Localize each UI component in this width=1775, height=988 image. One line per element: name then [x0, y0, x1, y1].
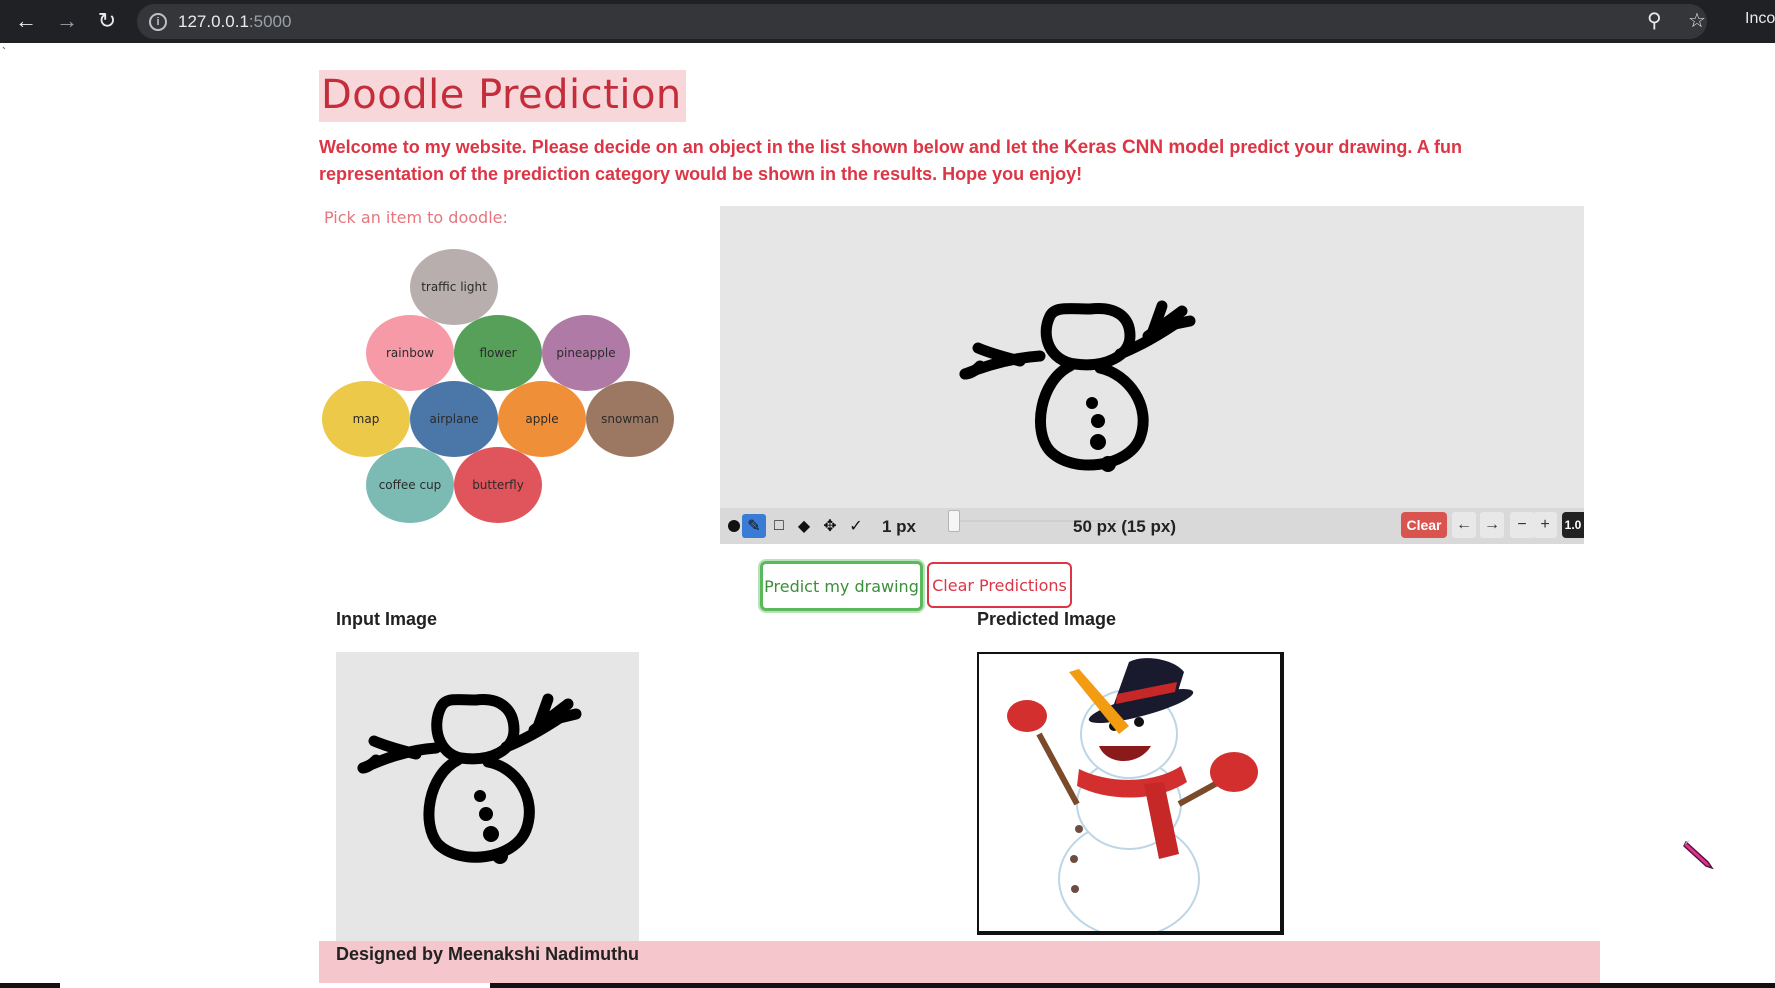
stroke-size-label: 1 px: [882, 517, 917, 536]
taskbar-strip: [0, 983, 1775, 988]
brush-slider-thumb[interactable]: [948, 510, 960, 532]
item-bubble-apple[interactable]: apple: [498, 381, 586, 457]
zoom-value-badge: 1.0: [1562, 512, 1584, 538]
item-bubble-pineapple[interactable]: pineapple: [542, 315, 630, 391]
drawing-canvas[interactable]: [720, 206, 1584, 508]
taskbar-segment: [60, 983, 490, 988]
item-bubble-snowman[interactable]: snowman: [586, 381, 674, 457]
address-bar[interactable]: i 127.0.0.1:5000: [137, 4, 1707, 39]
forward-arrow-icon[interactable]: →: [55, 9, 79, 33]
pick-item-label: Pick an item to doodle:: [324, 208, 508, 227]
browser-toolbar: ← → ↻ i 127.0.0.1:5000 ⚲ ☆ Incognito: [0, 0, 1775, 43]
clear-predictions-button[interactable]: Clear Predictions: [927, 562, 1072, 608]
undo-button[interactable]: ←: [1452, 512, 1476, 538]
zoom-out-button[interactable]: −: [1510, 512, 1534, 538]
page-footer: Designed by Meenakshi Nadimuthu: [319, 941, 1600, 988]
zoom-in-button[interactable]: +: [1533, 512, 1557, 538]
input-image: [336, 652, 639, 942]
item-bubble-traffic-light[interactable]: traffic light: [410, 249, 498, 325]
pencil-tool-icon[interactable]: ✎: [742, 514, 766, 538]
reload-icon[interactable]: ↻: [95, 9, 119, 33]
clear-canvas-button[interactable]: Clear: [1401, 512, 1447, 538]
predicted-image: [977, 652, 1284, 935]
zoom-icon[interactable]: ⚲: [1647, 8, 1662, 33]
eraser-tool-icon[interactable]: ◆: [792, 514, 816, 538]
url-text: 127.0.0.1:5000: [178, 12, 291, 32]
canvas-toolbar: ✎ □ ◆ ✥ ✓ 1 px 50 px (15 px) Clear ← → −…: [720, 508, 1584, 544]
intro-text: Welcome to my website. Please decide on …: [319, 134, 1519, 188]
site-info-icon[interactable]: i: [149, 13, 167, 31]
eyedropper-tool-icon[interactable]: ✓: [844, 514, 868, 538]
back-arrow-icon[interactable]: ←: [14, 9, 38, 33]
page-title: Doodle Prediction: [319, 70, 686, 122]
input-image-header: Input Image: [336, 609, 438, 629]
item-bubble-map[interactable]: map: [322, 381, 410, 457]
item-bubble-rainbow[interactable]: rainbow: [366, 315, 454, 391]
predicted-image-header: Predicted Image: [977, 609, 1117, 629]
rectangle-tool-icon[interactable]: □: [767, 514, 791, 538]
item-bubble-coffee-cup[interactable]: coffee cup: [366, 447, 454, 523]
incognito-profile-label[interactable]: Incognito: [1745, 10, 1775, 28]
stray-character: `: [2, 45, 6, 59]
intro-part-1: Welcome to my website. Please decide on …: [319, 137, 1064, 157]
url-port: :5000: [248, 12, 292, 31]
brush-size-label: 50 px (15 px): [1073, 517, 1176, 536]
url-host: 127.0.0.1: [178, 12, 249, 31]
snowman-doodle: [959, 300, 1196, 472]
predict-drawing-button[interactable]: Predict my drawing: [760, 561, 923, 611]
redo-button[interactable]: →: [1480, 512, 1504, 538]
move-tool-icon[interactable]: ✥: [818, 514, 842, 538]
item-bubble-butterfly[interactable]: butterfly: [454, 447, 542, 523]
pencil-cursor-icon: [1683, 840, 1714, 870]
input-snowman-doodle: [357, 693, 582, 864]
intro-highlight: Keras CNN model: [1063, 137, 1225, 158]
snowman-illustration: [1007, 658, 1258, 931]
footer-credit: Designed by Meenakshi Nadimuthu: [336, 944, 640, 964]
bookmark-star-icon[interactable]: ☆: [1688, 8, 1706, 33]
item-bubble-airplane[interactable]: airplane: [410, 381, 498, 457]
item-bubble-flower[interactable]: flower: [454, 315, 542, 391]
